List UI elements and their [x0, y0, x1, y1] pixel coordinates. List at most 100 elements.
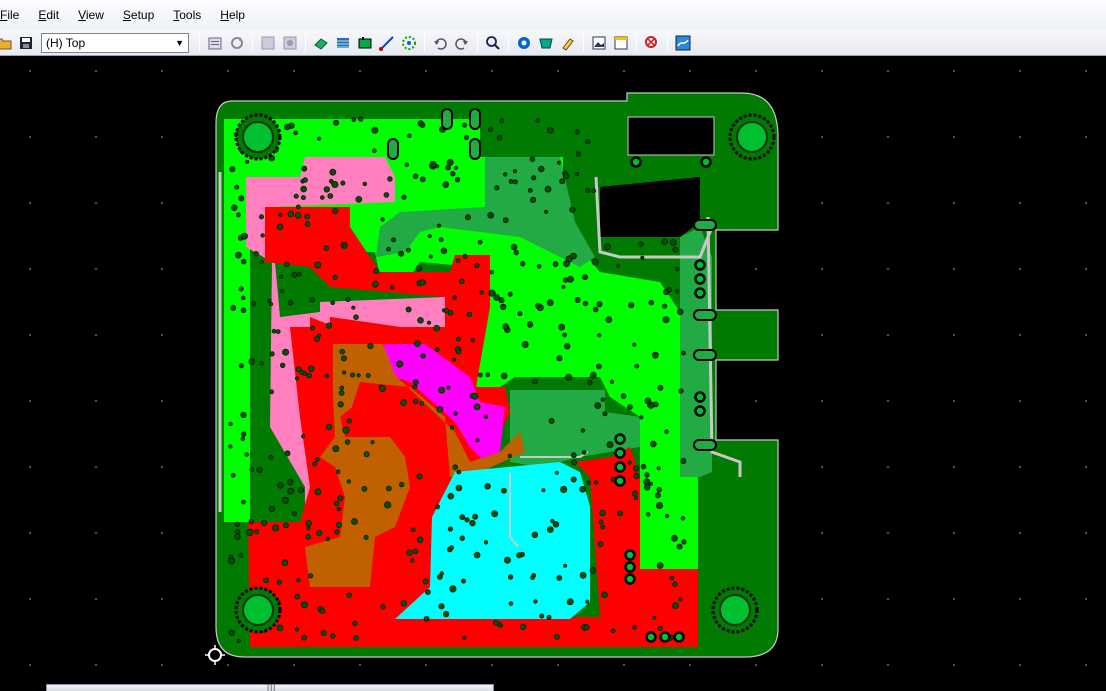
via [483, 414, 489, 419]
via [452, 464, 459, 471]
menu-setup[interactable]: Setup [121, 8, 156, 22]
header-pin [624, 549, 636, 561]
view-button[interactable] [589, 33, 609, 53]
via [277, 482, 284, 489]
hatch-button[interactable] [333, 33, 353, 53]
grid-dot [29, 202, 31, 204]
copy-layer-button[interactable] [258, 33, 278, 53]
grid-dot [1085, 202, 1087, 204]
connector-cutout [627, 116, 715, 156]
via [399, 481, 405, 488]
via [396, 360, 404, 368]
scrollbar-thumb[interactable]: ||| [46, 683, 494, 691]
via [304, 221, 311, 227]
redo-button[interactable] [452, 33, 472, 53]
via [400, 600, 407, 607]
menu-view[interactable]: View [76, 8, 106, 22]
slot-pad [693, 309, 717, 321]
via [259, 361, 264, 366]
via [644, 397, 652, 405]
grid-dot [161, 664, 163, 666]
via [637, 241, 644, 248]
menu-file[interactable]: File [0, 8, 21, 22]
header-pin [645, 631, 657, 643]
via-button[interactable] [399, 33, 419, 53]
via [319, 608, 326, 614]
via [527, 187, 533, 193]
menu-tools[interactable]: Tools [171, 8, 203, 22]
cross-probe-button[interactable] [536, 33, 556, 53]
via [434, 347, 440, 353]
via [438, 603, 445, 610]
layer-select[interactable]: (H) Top ▼ [41, 32, 189, 53]
grid-dot [1085, 664, 1087, 666]
gear-icon [283, 36, 297, 49]
undo-button[interactable] [430, 33, 450, 53]
via [301, 434, 306, 439]
via [503, 172, 508, 177]
via [564, 343, 571, 350]
open-button[interactable] [0, 33, 14, 53]
via [346, 418, 352, 424]
via [651, 351, 659, 359]
horizontal-scrollbar[interactable]: ||| [0, 683, 1106, 691]
save-button[interactable] [16, 33, 36, 53]
via [472, 513, 479, 520]
via [662, 316, 670, 324]
via [455, 258, 461, 263]
pour-button[interactable] [311, 33, 331, 53]
via [462, 635, 467, 640]
component-button[interactable] [355, 33, 375, 53]
via [260, 233, 265, 238]
via [428, 254, 433, 259]
router-icon [675, 35, 691, 50]
grid-dot [293, 70, 295, 72]
via [649, 440, 657, 448]
via [600, 397, 605, 402]
via [585, 599, 590, 604]
layer-select-value: (H) Top [46, 35, 86, 50]
via [554, 470, 559, 475]
via [365, 372, 371, 378]
window-button[interactable] [611, 33, 631, 53]
via [308, 365, 315, 372]
refresh-button[interactable] [227, 33, 247, 53]
via [508, 601, 514, 606]
scrollbar-track[interactable] [0, 683, 46, 691]
via [330, 300, 336, 306]
pcb-layout[interactable] [0, 57, 1106, 683]
via [543, 209, 549, 214]
properties-button[interactable] [205, 33, 225, 53]
clear-button[interactable] [558, 33, 578, 53]
via [601, 591, 608, 599]
drc-button[interactable] [642, 33, 662, 53]
via [332, 274, 338, 280]
highlight-button[interactable] [514, 33, 534, 53]
grid-dot [887, 268, 889, 270]
via [560, 485, 568, 494]
grid-dot [1019, 136, 1021, 138]
via [562, 277, 569, 283]
via [531, 175, 537, 181]
grid-dot [95, 202, 97, 204]
hatch-icon [337, 37, 349, 48]
via [340, 355, 347, 362]
grid-dot [953, 400, 955, 402]
pcb-canvas[interactable] [0, 57, 1106, 683]
via [240, 232, 248, 240]
menu-help[interactable]: Help [218, 8, 247, 22]
grid-dot [425, 664, 427, 666]
via [500, 303, 507, 311]
route-button[interactable] [377, 33, 397, 53]
zoom-button[interactable] [483, 33, 503, 53]
via [520, 260, 526, 267]
menu-edit[interactable]: Edit [36, 8, 61, 22]
via [333, 119, 340, 126]
via [548, 417, 555, 424]
header-pin [694, 259, 706, 271]
via [602, 411, 608, 417]
settings-button[interactable] [280, 33, 300, 53]
via [600, 524, 606, 530]
via [417, 316, 424, 324]
router-button[interactable] [673, 33, 693, 53]
